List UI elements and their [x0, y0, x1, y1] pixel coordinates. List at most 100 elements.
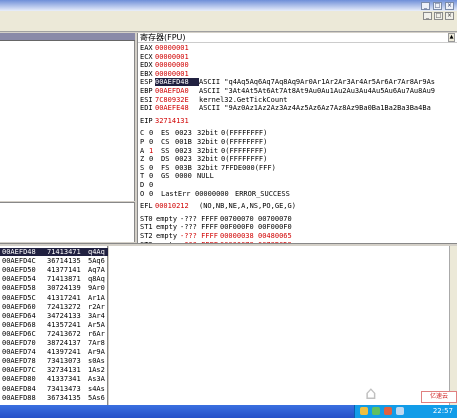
efl-flags: (NO,NB,NE,A,NS,PO,GE,G)	[199, 202, 296, 211]
stack-row[interactable]: 00AEFD74 41397241 Ar9A	[0, 348, 108, 356]
stack-row[interactable]: 00AEFD78 73413073 s0As	[0, 357, 108, 365]
tray-network-icon[interactable]	[372, 407, 380, 415]
stack-row[interactable]: 00AEFD58 30724139 9Ar0	[0, 284, 108, 292]
registers-header[interactable]: 寄存器(FPU) ▲	[138, 33, 457, 43]
disassembly-pane[interactable]	[0, 41, 135, 201]
register-row[interactable]: EDX 00000000	[140, 61, 455, 69]
scroll-up-icon[interactable]: ▲	[448, 33, 455, 42]
segment-base: 0(FFFFFFFF)	[221, 138, 268, 146]
register-value[interactable]: 00000001	[155, 70, 199, 78]
segment-row[interactable]: P 0 CS 001B 32bit 0(FFFFFFFF)	[140, 138, 455, 146]
stack-row[interactable]: 00AEFD88 36734135 5As6	[0, 394, 108, 402]
segment-bits: 32bit	[197, 146, 219, 155]
stack-row[interactable]: 00AEFD60 72413272 r2Ar	[0, 303, 108, 311]
registers-pane[interactable]: 寄存器(FPU) ▲ EAX 00000001 ECX 00000001 EDX 0000…	[137, 33, 457, 249]
segment-row[interactable]: S 0 FS 003B 32bit 7FFDE000(FFF)	[140, 164, 455, 172]
register-value[interactable]: 7C80932E	[155, 96, 199, 104]
watermark-logo-icon: ⌂	[365, 383, 377, 404]
register-value[interactable]: 00000001	[155, 53, 199, 61]
stack-row[interactable]: 00AEFD4C 36714135 5Aq6	[0, 257, 108, 265]
mdi-close-button[interactable]: ×	[445, 12, 454, 20]
info-pane[interactable]	[0, 202, 135, 242]
stack-row[interactable]: 00AEFD7C 32734131 1As2	[0, 366, 108, 374]
stack-row[interactable]: 00AEFD6C 72413672 r6Ar	[0, 330, 108, 338]
register-name: EBX	[140, 69, 153, 78]
flag-bit[interactable]: 0	[149, 129, 161, 137]
segment-name: SS	[161, 146, 170, 155]
register-value[interactable]: 00000000	[155, 61, 199, 69]
mdi-minimize-button[interactable]: _	[423, 12, 432, 20]
segment-row[interactable]: C 0 ES 0023 32bit 0(FFFFFFFF)	[140, 129, 455, 137]
register-name: EAX	[140, 44, 153, 52]
register-value[interactable]: 00AEFE48	[155, 104, 199, 112]
stack-value: 71413471	[47, 248, 81, 256]
stack-row[interactable]: 00AEFD50 41377141 Aq7A	[0, 266, 108, 274]
fpu-state: empty	[156, 223, 178, 232]
flag-bit[interactable]: 0	[149, 155, 161, 163]
close-button[interactable]: ×	[445, 2, 454, 10]
stack-address: 00AEFD48	[2, 248, 36, 256]
register-value[interactable]: 00AEFD48	[155, 78, 199, 87]
fpu-word-a: 00F000F0	[220, 223, 254, 232]
register-value[interactable]: 00010212	[155, 202, 199, 210]
efl-row[interactable]: EFL 00010212 (NO,NB,NE,A,NS,PO,GE,G)	[140, 202, 455, 210]
stack-ascii: 1As2	[88, 366, 105, 375]
fpu-row[interactable]: ST2 empty -??? FFFF 00000038 00480065	[140, 232, 455, 240]
tray-volume-icon[interactable]	[396, 407, 404, 415]
stack-row[interactable]: 00AEFD80 41337341 As3A	[0, 375, 108, 383]
register-row[interactable]: EBX 00000001	[140, 70, 455, 78]
register-row[interactable]: ESP 00AEFD48 ASCII "q4Aq5Aq6Aq7Aq8Aq9Ar0Ar…	[140, 78, 455, 87]
flag-bit[interactable]: 0	[149, 138, 161, 146]
register-row[interactable]: EDI 00AEFE48 ASCII "9Az0Az1Az2Az3Az4Az5Az6…	[140, 104, 455, 112]
register-row[interactable]: ESI 7C80932E kernel32.GetTickCount	[140, 96, 455, 104]
stack-address: 00AEFD78	[2, 357, 36, 366]
register-value[interactable]: 00000001	[155, 44, 199, 52]
stack-value: 72413272	[47, 302, 81, 311]
register-value[interactable]: 32714131	[155, 117, 199, 125]
stack-row[interactable]: 00AEFD54 71413871 q8Aq	[0, 275, 108, 283]
segment-row[interactable]: T 0 GS 0000 NULL	[140, 172, 455, 180]
maximize-button[interactable]: □	[433, 2, 442, 10]
taskbar-clock[interactable]: 22:57	[433, 407, 453, 415]
register-name: EBP	[140, 87, 153, 95]
minimize-button[interactable]: _	[421, 2, 430, 10]
stack-pane[interactable]: 00AEFD48 71413471 q4Aq 00AEFD4C 36714135 5Aq6…	[0, 246, 108, 411]
register-row-eip[interactable]: EIP 32714131	[140, 117, 455, 125]
lasterr-row[interactable]: O 0 LastErr 00000000 ERROR_SUCCESS	[140, 190, 455, 198]
stack-row[interactable]: 00AEFD84 73413473 s4As	[0, 385, 108, 393]
stack-row[interactable]: 00AEFD68 41357241 Ar5A	[0, 321, 108, 329]
segment-row[interactable]: A 1 SS 0023 32bit 0(FFFFFFFF)	[140, 147, 455, 155]
vertical-scrollbar[interactable]	[449, 246, 457, 411]
fpu-value: -??? FFFF	[180, 232, 218, 240]
watermark-badge: 亿速云	[421, 391, 457, 403]
stack-row[interactable]: 00AEFD70 38724137 7Ar8	[0, 339, 108, 347]
registers-title: 寄存器(FPU)	[140, 33, 186, 42]
register-row[interactable]: EAX 00000001	[140, 44, 455, 52]
flag-bit[interactable]: 0	[149, 172, 161, 180]
stack-row[interactable]: 00AEFD64 34724133 3Ar4	[0, 312, 108, 320]
mdi-restore-button[interactable]: □	[434, 12, 443, 20]
stack-address: 00AEFD88	[2, 393, 36, 402]
fpu-row[interactable]: ST1 empty -??? FFFF 00F000F0 00F000F0	[140, 223, 455, 231]
register-row[interactable]: EBP 00AEFDA0 ASCII "3At4At5At6At7At8At9Au0…	[140, 87, 455, 95]
stack-row[interactable]: 00AEFD48 71413471 q4Aq	[0, 248, 108, 256]
stack-address: 00AEFD64	[2, 311, 36, 320]
flag-bit[interactable]: 1	[149, 147, 161, 155]
dump-pane[interactable]	[109, 246, 457, 411]
flag-bit[interactable]: 0	[149, 181, 161, 189]
stack-row[interactable]: 00AEFD5C 41317241 Ar1A	[0, 294, 108, 302]
segment-row[interactable]: Z 0 DS 0023 32bit 0(FFFFFFFF)	[140, 155, 455, 163]
flag-bit[interactable]: 0	[149, 164, 161, 172]
segment-row[interactable]: D0	[140, 181, 455, 189]
mdi-controls: _ □ ×	[423, 12, 454, 20]
register-name: ECX	[140, 52, 153, 61]
stack-value: 38724137	[47, 339, 81, 347]
tray-security-icon[interactable]	[384, 407, 392, 415]
flag-name: D	[140, 181, 145, 189]
fpu-row[interactable]: ST0 empty -??? FFFF 00700070 00700070	[140, 215, 455, 223]
tray-app-icon[interactable]	[360, 407, 368, 415]
register-row[interactable]: ECX 00000001	[140, 53, 455, 61]
register-value[interactable]: 00AEFDA0	[155, 87, 199, 95]
flag-bit[interactable]: 0	[149, 190, 161, 198]
flag-name: Z	[140, 155, 145, 164]
